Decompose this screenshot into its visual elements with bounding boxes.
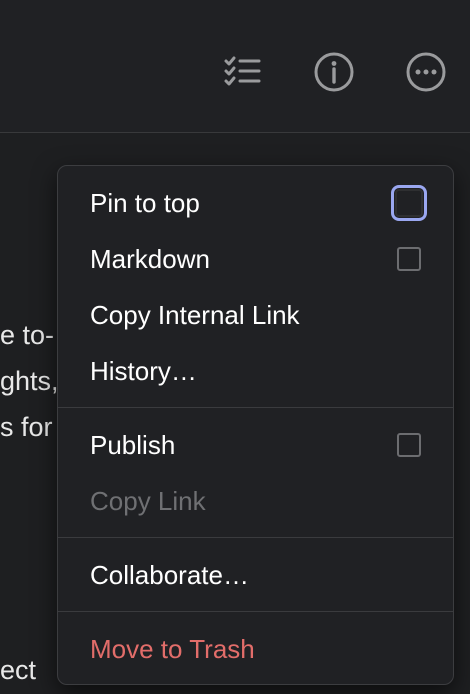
toolbar xyxy=(0,0,470,133)
more-icon[interactable] xyxy=(404,50,448,94)
menu-item-pin-to-top[interactable]: Pin to top xyxy=(58,178,453,228)
menu-item-label: Copy Internal Link xyxy=(90,299,300,330)
menu-item-move-to-trash[interactable]: Move to Trash xyxy=(58,624,453,674)
menu-item-label: Publish xyxy=(90,429,176,460)
menu-item-publish[interactable]: Publish xyxy=(58,420,453,470)
menu-item-collaborate[interactable]: Collaborate… xyxy=(58,550,453,600)
menu-separator xyxy=(58,611,453,612)
menu-separator xyxy=(58,537,453,538)
menu-item-label: Move to Trash xyxy=(90,633,255,664)
menu-item-history[interactable]: History… xyxy=(58,346,453,396)
menu-item-copy-link: Copy Link xyxy=(58,476,453,526)
context-menu: Pin to top Markdown Copy Internal Link H… xyxy=(57,165,454,685)
menu-item-label: Markdown xyxy=(90,243,210,274)
publish-checkbox[interactable] xyxy=(397,433,421,457)
markdown-checkbox[interactable] xyxy=(397,247,421,271)
menu-item-copy-internal-link[interactable]: Copy Internal Link xyxy=(58,290,453,340)
menu-separator xyxy=(58,407,453,408)
checklist-icon[interactable] xyxy=(220,50,264,94)
menu-item-label: History… xyxy=(90,355,197,386)
menu-item-label: Collaborate… xyxy=(90,559,249,590)
info-icon[interactable] xyxy=(312,50,356,94)
editor-text-line: ghts, xyxy=(0,366,59,396)
editor-text-line: e to- xyxy=(0,320,55,350)
editor-text-line: s for xyxy=(0,412,53,442)
editor-text-line: ect xyxy=(0,655,37,685)
menu-item-markdown[interactable]: Markdown xyxy=(58,234,453,284)
menu-item-label: Copy Link xyxy=(90,485,206,516)
menu-item-label: Pin to top xyxy=(90,187,200,218)
pin-to-top-checkbox[interactable] xyxy=(391,185,427,221)
